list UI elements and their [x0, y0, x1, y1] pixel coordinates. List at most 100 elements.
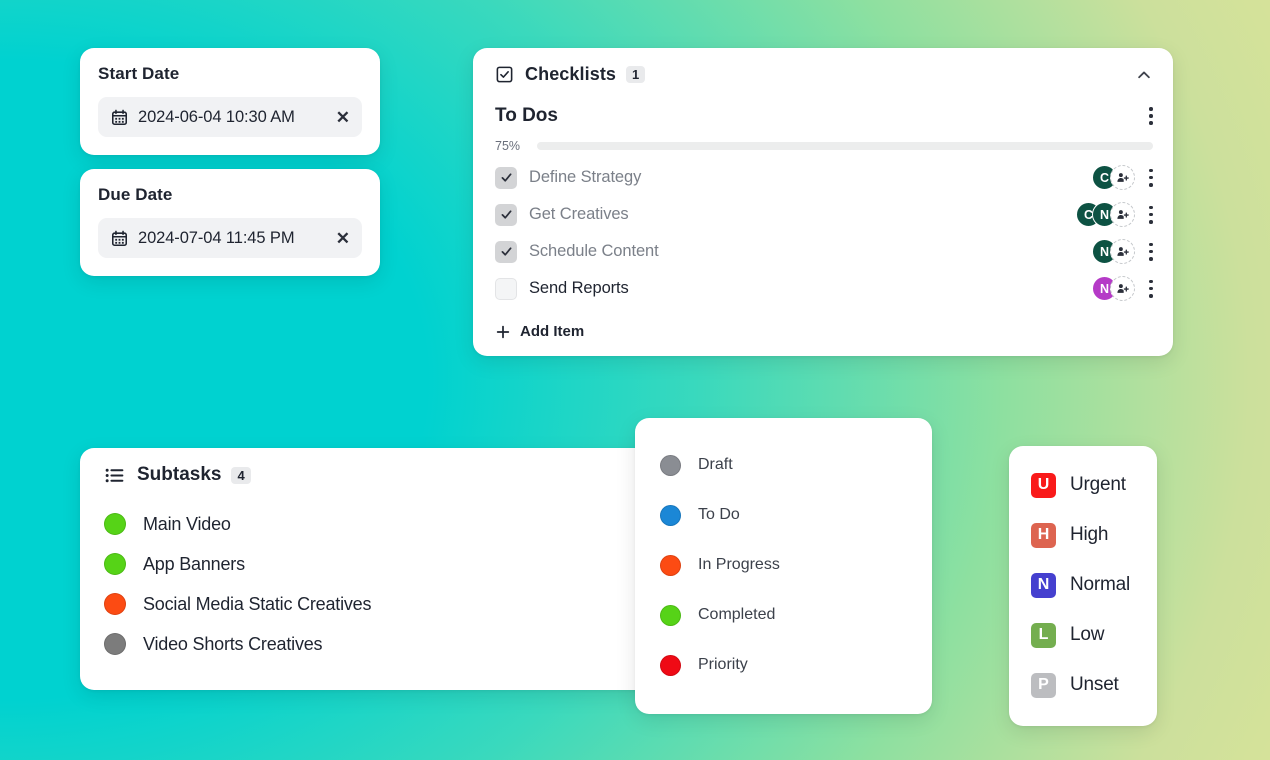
subtask-label: App Banners — [143, 553, 245, 574]
checklists-card: Checklists 1 To Dos 75% Define Strategy C… — [473, 48, 1173, 356]
add-person-icon[interactable] — [1110, 276, 1135, 301]
subtask-label: Main Video — [143, 513, 231, 534]
check-icon — [501, 210, 511, 219]
add-item-button[interactable]: Add Item — [495, 323, 1153, 340]
checklist-progress: 75% — [495, 139, 1153, 153]
priority-option-label: Unset — [1070, 674, 1119, 695]
priority-badge: N — [1031, 572, 1056, 598]
status-color-dot — [660, 604, 681, 626]
checklist-items-list: Define Strategy C Get Creatives C N Schedule … — [495, 159, 1153, 307]
due-date-card: Due Date 2024-07-04 11:45 PM ✕ — [80, 169, 380, 276]
calendar-icon — [111, 109, 128, 125]
status-option-label: Priority — [698, 656, 748, 673]
status-option-label: Draft — [698, 456, 733, 473]
start-date-card: Start Date 2024-06-04 10:30 AM ✕ — [80, 48, 380, 155]
status-option[interactable]: Priority — [635, 640, 932, 690]
status-option[interactable]: In Progress — [635, 540, 932, 590]
checklist-item-checkbox[interactable] — [495, 166, 517, 189]
progress-percent-label: 75% — [495, 139, 521, 153]
status-dropdown-menu: Draft To Do In Progress Completed Priority — [635, 418, 932, 714]
plus-icon — [496, 325, 510, 338]
priority-option[interactable]: P Unset — [1009, 660, 1157, 710]
status-color-dot — [660, 554, 681, 576]
subtasks-title: Subtasks — [137, 464, 222, 485]
status-option-label: To Do — [698, 506, 740, 523]
checklist-group-menu-button[interactable] — [1149, 107, 1153, 125]
checklist-item-label: Send Reports — [529, 279, 629, 297]
priority-badge: H — [1031, 522, 1056, 548]
priority-option-label: Urgent — [1070, 474, 1126, 495]
checklist-item-menu-button[interactable] — [1149, 242, 1153, 261]
assignee-group: N — [1092, 276, 1135, 301]
priority-option-label: Normal — [1070, 574, 1131, 595]
priority-option-label: Low — [1070, 624, 1105, 645]
priority-option[interactable]: L Low — [1009, 610, 1157, 660]
priority-option[interactable]: U Urgent — [1009, 460, 1157, 510]
status-option-label: In Progress — [698, 556, 780, 573]
subtask-label: Social Media Static Creatives — [143, 593, 372, 614]
checklist-item: Send Reports N — [495, 270, 1153, 307]
status-option[interactable]: Completed — [635, 590, 932, 640]
start-date-label: Start Date — [98, 64, 180, 83]
checklists-body: To Dos 75% Define Strategy C Get Creatives… — [473, 93, 1173, 356]
checklist-item-checkbox[interactable] — [495, 240, 517, 263]
priority-badge: P — [1031, 672, 1056, 698]
status-color-dot — [660, 654, 681, 676]
checkbox-icon — [496, 66, 513, 83]
checklist-item-menu-button[interactable] — [1149, 168, 1153, 187]
chevron-up-icon[interactable] — [1135, 66, 1153, 84]
priority-badge: U — [1031, 472, 1056, 498]
status-option-label: Completed — [698, 606, 776, 623]
status-options-list: Draft To Do In Progress Completed Priority — [635, 440, 932, 690]
checklist-group-header: To Dos — [495, 105, 1153, 127]
clear-start-date-button[interactable]: ✕ — [334, 109, 350, 126]
list-icon — [105, 468, 124, 482]
checklists-header: Checklists 1 — [473, 48, 1173, 93]
check-icon — [501, 173, 511, 182]
add-person-icon[interactable] — [1110, 165, 1135, 190]
assignee-group: C — [1092, 165, 1135, 190]
checklist-item-menu-button[interactable] — [1149, 205, 1153, 224]
checklist-item-label: Define Strategy — [529, 168, 642, 186]
subtask-label: Video Shorts Creatives — [143, 633, 323, 654]
checklist-item: Schedule Content N — [495, 233, 1153, 270]
status-color-dot — [660, 454, 681, 476]
checklist-group-title: To Dos — [495, 105, 558, 126]
subtask-status-dot[interactable] — [104, 593, 126, 615]
checklist-item-checkbox[interactable] — [495, 277, 517, 300]
checklist-item-label: Get Creatives — [529, 205, 629, 223]
status-color-dot — [660, 504, 681, 526]
assignee-group: CN — [1076, 202, 1135, 227]
assignee-group: N — [1092, 239, 1135, 264]
checklist-item-checkbox[interactable] — [495, 203, 517, 226]
subtasks-count-badge: 4 — [231, 466, 251, 484]
add-person-icon[interactable] — [1110, 239, 1135, 264]
checklist-item-label: Schedule Content — [529, 242, 659, 260]
subtask-status-dot[interactable] — [104, 513, 126, 535]
progress-track — [537, 142, 1153, 150]
add-item-label: Add Item — [520, 323, 585, 340]
start-date-value: 2024-06-04 10:30 AM — [138, 107, 295, 126]
add-person-icon[interactable] — [1110, 202, 1135, 227]
calendar-icon — [111, 230, 128, 246]
priority-option[interactable]: H High — [1009, 510, 1157, 560]
status-option[interactable]: To Do — [635, 490, 932, 540]
start-date-field[interactable]: 2024-06-04 10:30 AM ✕ — [98, 97, 362, 137]
subtask-status-dot[interactable] — [104, 633, 126, 655]
checklist-item: Define Strategy C — [495, 159, 1153, 196]
check-icon — [501, 247, 511, 256]
status-option[interactable]: Draft — [635, 440, 932, 490]
checklist-item: Get Creatives C N — [495, 196, 1153, 233]
clear-due-date-button[interactable]: ✕ — [334, 230, 350, 247]
subtask-status-dot[interactable] — [104, 553, 126, 575]
checklists-count-badge: 1 — [626, 66, 646, 83]
due-date-label: Due Date — [98, 185, 173, 204]
checklists-title: Checklists — [525, 64, 617, 84]
priority-option-label: High — [1070, 524, 1109, 545]
due-date-value: 2024-07-04 11:45 PM — [138, 228, 295, 247]
priority-option[interactable]: N Normal — [1009, 560, 1157, 610]
priority-dropdown-menu: U Urgent H High N Normal L Low P Unset — [1009, 446, 1157, 726]
checklist-item-menu-button[interactable] — [1149, 279, 1153, 298]
priority-options-list: U Urgent H High N Normal L Low P Unset — [1009, 460, 1157, 710]
due-date-field[interactable]: 2024-07-04 11:45 PM ✕ — [98, 218, 362, 258]
